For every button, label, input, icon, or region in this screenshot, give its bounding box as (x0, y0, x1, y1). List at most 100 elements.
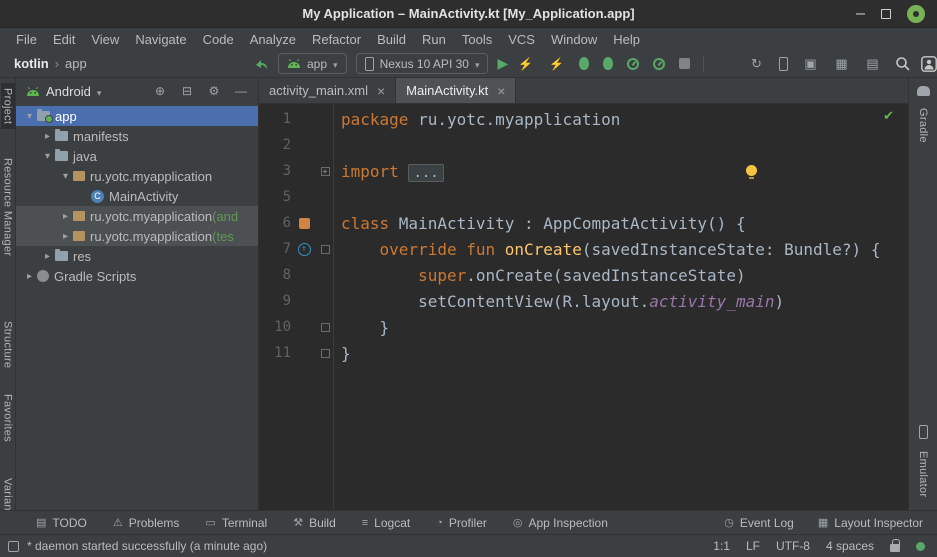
tool-window-switcher-icon[interactable] (8, 541, 19, 552)
tool-button-terminal[interactable]: ▭Terminal (205, 516, 267, 530)
tree-item-ru-yotc-myapplication[interactable]: ▾ru.yotc.myapplication (16, 166, 258, 186)
tree-item-mainactivity[interactable]: CMainActivity (16, 186, 258, 206)
profile-icon[interactable] (627, 58, 639, 70)
chevron-down-icon[interactable]: ▾ (58, 171, 73, 182)
tool-button-problems[interactable]: ⚠Problems (113, 516, 180, 530)
code-line-9[interactable]: 9 setContentView(R.layout.activity_main) (259, 288, 908, 314)
search-icon[interactable] (894, 55, 911, 72)
code-line-7[interactable]: 7↑ override fun onCreate(savedInstanceSt… (259, 236, 908, 262)
tab-mainactivity-kt[interactable]: MainActivity.kt× (396, 78, 516, 103)
chevron-right-icon[interactable]: ▸ (40, 251, 55, 262)
tree-item-app[interactable]: ▾app (16, 106, 258, 126)
tree-item-res[interactable]: ▸res (16, 246, 258, 266)
tool-stripe-emulator[interactable]: Emulator (916, 425, 930, 502)
chevron-down-icon[interactable]: ▾ (22, 111, 37, 122)
menu-edit[interactable]: Edit (45, 32, 83, 47)
avatar[interactable] (920, 55, 937, 72)
run-button[interactable] (497, 55, 508, 72)
code-line-2[interactable]: 2 (259, 132, 908, 158)
sdk-manager-icon[interactable]: ▣ (802, 55, 819, 72)
tool-button-app-inspection[interactable]: ◎App Inspection (513, 516, 608, 530)
close-button[interactable] (907, 5, 925, 23)
close-tab-icon[interactable]: × (497, 84, 505, 98)
code-line-6[interactable]: 6class MainActivity : AppCompatActivity(… (259, 210, 908, 236)
tool-stripe-gradle[interactable]: Gradle (916, 86, 930, 148)
settings-icon[interactable]: ⚙ (207, 84, 221, 98)
tool-stripe-structure[interactable]: Structure (1, 316, 15, 373)
chevron-down-icon[interactable]: ▾ (40, 151, 55, 162)
menu-navigate[interactable]: Navigate (127, 32, 194, 47)
collapse-all-icon[interactable]: ⊟ (180, 84, 194, 98)
layout-validation-icon[interactable]: ▦ (833, 55, 850, 72)
indent-style[interactable]: 4 spaces (826, 539, 874, 553)
maximize-button[interactable] (881, 9, 891, 19)
code-line-8[interactable]: 8 super.onCreate(savedInstanceState) (259, 262, 908, 288)
inspection-highlighting-icon[interactable] (916, 542, 925, 551)
minimize-button[interactable] (856, 6, 865, 21)
tool-button-profiler[interactable]: ◔Profiler (436, 516, 487, 530)
menu-tools[interactable]: Tools (454, 32, 500, 47)
device-select[interactable]: Nexus 10 API 30 (356, 53, 489, 74)
chevron-right-icon[interactable]: ▸ (40, 131, 55, 142)
tree-item-ru-yotc-myapplication[interactable]: ▸ru.yotc.myapplication (tes (16, 226, 258, 246)
tool-button-logcat[interactable]: ≡Logcat (362, 516, 410, 530)
inspections-ok-icon[interactable] (883, 108, 894, 124)
menu-view[interactable]: View (83, 32, 127, 47)
status-message[interactable]: * daemon started successfully (a minute … (27, 539, 267, 553)
locate-file-icon[interactable]: ⊕ (153, 84, 167, 98)
chevron-right-icon[interactable]: ▸ (22, 271, 37, 282)
tab-activity-main-xml[interactable]: activity_main.xml× (259, 78, 396, 103)
close-tab-icon[interactable]: × (377, 84, 385, 98)
menu-build[interactable]: Build (369, 32, 414, 47)
code-line-1[interactable]: 1package ru.yotc.myapplication (259, 106, 908, 132)
chevron-right-icon[interactable]: ▸ (58, 231, 73, 242)
menu-help[interactable]: Help (605, 32, 648, 47)
device-file-explorer-icon[interactable]: ▤ (864, 55, 881, 72)
intention-bulb-icon[interactable] (746, 165, 757, 176)
override-gutter-icon[interactable]: ↑ (291, 243, 317, 256)
coverage-icon[interactable] (653, 58, 665, 70)
class-gutter-icon[interactable] (291, 218, 317, 229)
tree-item-java[interactable]: ▾java (16, 146, 258, 166)
fold-marker-icon[interactable] (317, 323, 333, 332)
fold-marker-icon[interactable]: + (317, 167, 333, 176)
breadcrumb-item[interactable]: app (65, 56, 87, 71)
tree-item-gradle-scripts[interactable]: ▸Gradle Scripts (16, 266, 258, 286)
fold-marker-icon[interactable] (317, 245, 333, 254)
menu-file[interactable]: File (8, 32, 45, 47)
code-editor[interactable]: 1package ru.yotc.myapplication23+import … (259, 104, 908, 510)
tool-button-build[interactable]: ⚒Build (293, 516, 336, 530)
apply-changes-icon[interactable]: ⚡ (517, 55, 534, 72)
code-line-10[interactable]: 10 } (259, 314, 908, 340)
line-separator[interactable]: LF (746, 539, 760, 553)
caret-position[interactable]: 1:1 (713, 539, 730, 553)
code-line-5[interactable]: 5 (259, 184, 908, 210)
device-manager-icon[interactable] (779, 57, 788, 71)
gradle-sync-icon[interactable]: ↻ (748, 55, 765, 72)
chevron-right-icon[interactable]: ▸ (58, 211, 73, 222)
breadcrumb-module[interactable]: kotlin (14, 56, 49, 71)
debug-icon[interactable] (579, 57, 589, 70)
code-line-3[interactable]: 3+import ... (259, 158, 908, 184)
menu-vcs[interactable]: VCS (500, 32, 543, 47)
apply-code-changes-icon[interactable]: ⚡ (548, 55, 565, 72)
hide-panel-icon[interactable]: — (234, 84, 248, 98)
readonly-lock-icon[interactable] (890, 544, 900, 552)
menu-run[interactable]: Run (414, 32, 454, 47)
run-config-select[interactable]: app (278, 53, 347, 74)
tree-item-ru-yotc-myapplication[interactable]: ▸ru.yotc.myapplication (and (16, 206, 258, 226)
tree-item-manifests[interactable]: ▸manifests (16, 126, 258, 146)
attach-debugger-icon[interactable] (603, 57, 613, 70)
code-line-11[interactable]: 11} (259, 340, 908, 366)
build-arrow-icon[interactable] (252, 55, 269, 72)
tool-button-event-log[interactable]: ◷Event Log (724, 516, 794, 530)
menu-window[interactable]: Window (543, 32, 605, 47)
project-view-selector[interactable]: Android (46, 84, 91, 99)
tool-button-todo[interactable]: ▤TODO (36, 516, 87, 530)
tool-stripe-resource-manager[interactable]: Resource Manager (1, 153, 15, 261)
tool-stripe-favorites[interactable]: Favorites (1, 389, 15, 447)
menu-refactor[interactable]: Refactor (304, 32, 369, 47)
menu-code[interactable]: Code (195, 32, 242, 47)
tool-button-layout-inspector[interactable]: ▦Layout Inspector (818, 516, 923, 530)
stop-icon[interactable] (679, 58, 690, 69)
